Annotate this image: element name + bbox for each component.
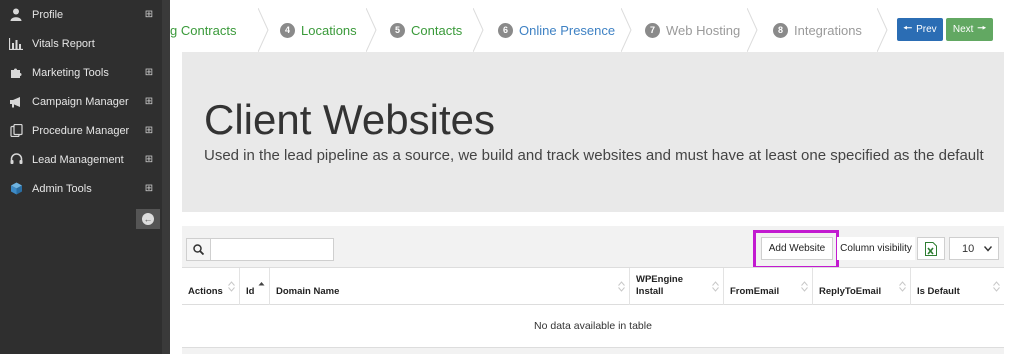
step-number: 8	[773, 22, 788, 38]
sidebar-item-label: Profile	[32, 8, 64, 21]
wizard-step-label: g Contracts	[170, 22, 237, 38]
table-empty-row: No data available in table	[182, 305, 1004, 348]
column-header-replytoemail[interactable]: ReplyToEmail	[813, 268, 911, 305]
wizard-step-label: Locations	[301, 22, 357, 38]
search-box	[186, 238, 334, 261]
step-number: 4	[280, 22, 295, 38]
sidebar-item-label: Vitals Report	[32, 37, 95, 50]
search-icon	[186, 238, 210, 261]
sort-asc-icon	[258, 282, 265, 286]
column-header-fromemail[interactable]: FromEmail	[724, 268, 813, 305]
sidebar-item-label: Campaign Manager	[32, 95, 129, 108]
column-header-id[interactable]: Id	[240, 268, 270, 305]
column-header-label: Domain Name	[276, 286, 340, 297]
wizard-steps: g Contracts 4 Locations 5 Contacts 6 Onl…	[170, 8, 900, 52]
sidebar: Profile ⊞ Vitals Report Marketing Tools …	[0, 0, 162, 354]
step-divider	[473, 8, 484, 52]
page-header: Client Websites Used in the lead pipelin…	[182, 52, 1004, 212]
wizard-step-contacts[interactable]: 5 Contacts	[390, 8, 462, 52]
headset-icon	[8, 152, 24, 168]
page-length-value: 10	[962, 242, 975, 255]
wizard-step-label: Web Hosting	[666, 22, 741, 38]
sidebar-item-campaign-manager[interactable]: Campaign Manager ⊞	[0, 87, 162, 116]
sort-icon	[801, 281, 808, 292]
sidebar-item-lead-management[interactable]: Lead Management ⊞	[0, 145, 162, 174]
wizard-step-online-presence[interactable]: 6 Online Presence	[498, 8, 615, 52]
wizard-step-locations[interactable]: 4 Locations	[280, 8, 357, 52]
table-header: Actions Id Domain Name WPEngine Install …	[182, 267, 1004, 305]
arrow-left-icon: 🠔	[903, 23, 913, 34]
page-title: Client Websites	[204, 96, 496, 143]
column-header-domain-name[interactable]: Domain Name	[270, 268, 630, 305]
sidebar-item-vitals-report[interactable]: Vitals Report	[0, 29, 162, 58]
expand-icon[interactable]: ⊞	[143, 67, 155, 78]
search-input[interactable]	[210, 238, 334, 261]
sidebar-collapse-button[interactable]: ←	[136, 209, 160, 229]
sidebar-item-admin-tools[interactable]: Admin Tools ⊞	[0, 174, 162, 203]
excel-icon	[925, 241, 937, 256]
wizard-step-web-hosting[interactable]: 7 Web Hosting	[645, 8, 740, 52]
step-number: 7	[645, 22, 660, 38]
expand-icon[interactable]: ⊞	[143, 154, 155, 165]
column-header-label: FromEmail	[730, 286, 780, 297]
clipboard-icon	[8, 123, 24, 139]
sidebar-item-label: Procedure Manager	[32, 124, 130, 137]
sidebar-item-label: Admin Tools	[32, 182, 92, 195]
prev-button-label: Prev	[916, 24, 937, 35]
column-header-actions[interactable]: Actions	[182, 268, 240, 305]
step-number: 6	[498, 22, 513, 38]
step-divider	[621, 8, 632, 52]
bar-chart-icon	[8, 36, 24, 52]
add-website-button[interactable]: Add Website	[761, 237, 833, 260]
page-length-select[interactable]: 10	[949, 237, 999, 260]
empty-message: No data available in table	[534, 320, 652, 332]
expand-icon[interactable]: ⊞	[143, 9, 155, 20]
expand-icon[interactable]: ⊞	[143, 183, 155, 194]
step-divider	[877, 8, 888, 52]
sidebar-item-marketing-tools[interactable]: Marketing Tools ⊞	[0, 58, 162, 87]
sort-icon	[228, 281, 235, 292]
sort-icon	[993, 281, 1000, 292]
page-description: Used in the lead pipeline as a source, w…	[204, 147, 984, 164]
arrow-right-icon: 🠖	[977, 23, 987, 34]
column-header-label: Is Default	[917, 286, 960, 297]
wizard-step-contracts[interactable]: g Contracts	[170, 8, 236, 52]
user-icon	[8, 7, 24, 23]
expand-icon[interactable]: ⊞	[143, 125, 155, 136]
prev-button[interactable]: 🠔 Prev	[897, 18, 943, 41]
cube-icon	[8, 181, 24, 197]
column-header-wpengine-install[interactable]: WPEngine Install	[630, 268, 724, 305]
column-header-label: Id	[246, 286, 255, 297]
step-divider	[366, 8, 377, 52]
sidebar-item-profile[interactable]: Profile ⊞	[0, 0, 162, 29]
wizard-step-integrations[interactable]: 8 Integrations	[773, 8, 862, 52]
column-header-label: WPEngine Install	[636, 274, 683, 297]
expand-icon[interactable]: ⊞	[143, 96, 155, 107]
sort-icon	[899, 281, 906, 292]
sort-icon	[712, 281, 719, 292]
wizard-step-label: Contacts	[411, 22, 463, 38]
column-header-label: Actions	[188, 286, 223, 297]
sidebar-item-label: Marketing Tools	[32, 66, 109, 79]
column-header-label: ReplyToEmail	[819, 286, 882, 297]
step-number: 5	[390, 22, 405, 38]
next-button[interactable]: Next 🠖	[946, 18, 993, 41]
wizard-step-label: Online Presence	[519, 22, 616, 38]
step-divider	[747, 8, 758, 52]
excel-export-button[interactable]	[917, 237, 945, 260]
sidebar-item-label: Lead Management	[32, 153, 124, 166]
next-button-label: Next	[952, 24, 974, 35]
sort-icon	[618, 281, 625, 292]
wizard-step-label: Integrations	[794, 22, 862, 38]
chevron-down-icon	[984, 245, 992, 252]
column-visibility-button[interactable]: Column visibility	[837, 237, 915, 260]
arrow-left-icon: ←	[142, 213, 154, 225]
column-header-is-default[interactable]: Is Default	[911, 268, 1004, 305]
megaphone-icon	[8, 94, 24, 110]
sidebar-item-procedure-manager[interactable]: Procedure Manager ⊞	[0, 116, 162, 145]
puzzle-icon	[8, 65, 24, 81]
step-divider	[258, 8, 269, 52]
